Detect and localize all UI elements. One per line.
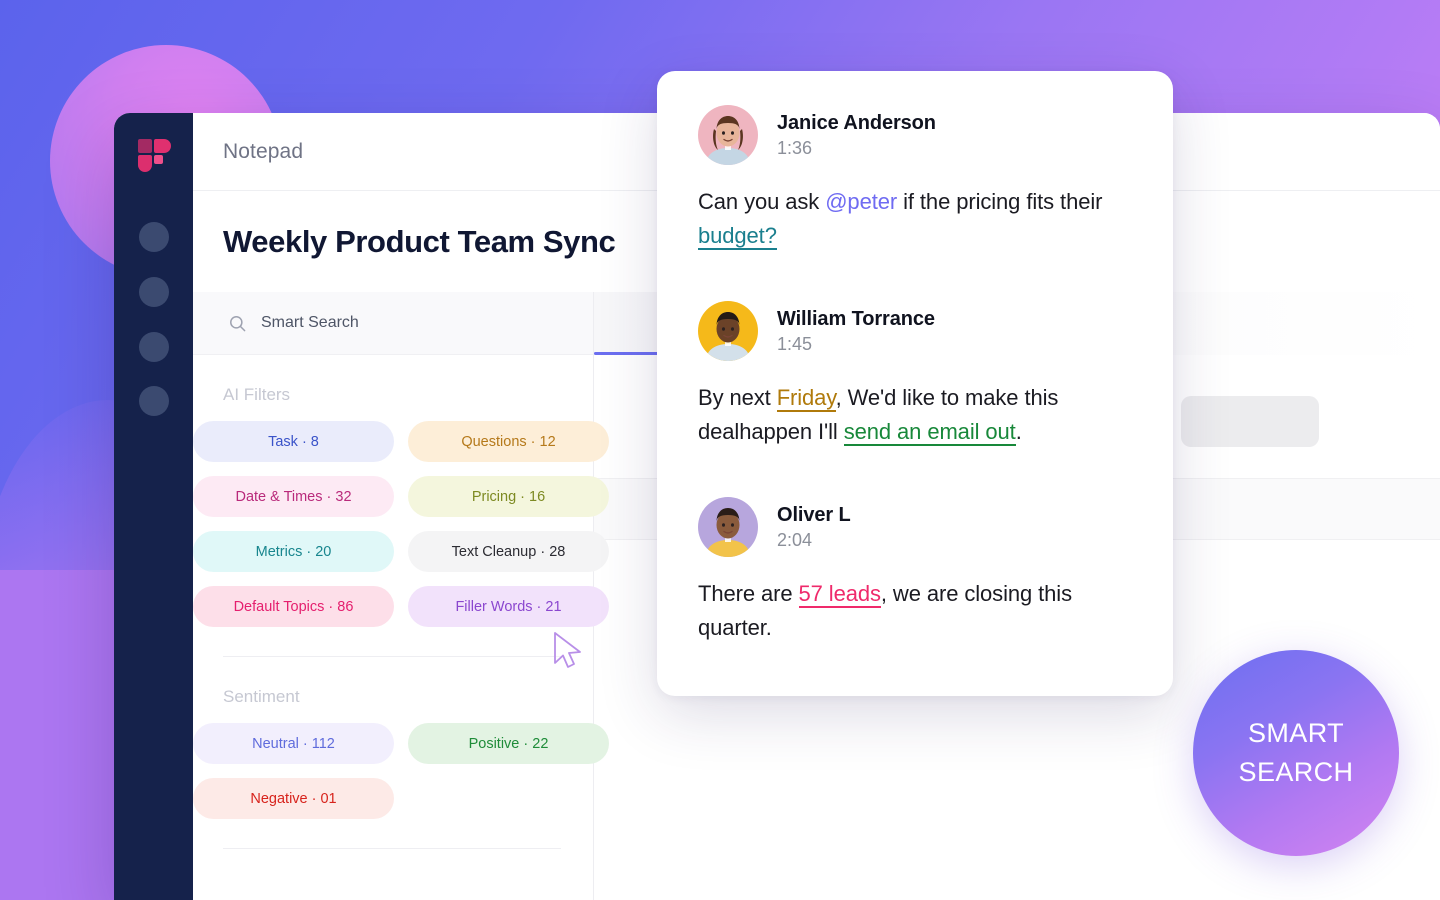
active-tab-indicator [594, 352, 662, 355]
smart-search-badge-line2: SEARCH [1238, 757, 1354, 787]
sentiment-chip-2[interactable]: Positive · 22 [408, 723, 609, 764]
transcript-message: Oliver L 2:04 There are 57 leads, we are c… [698, 497, 1133, 645]
search-bar[interactable]: Smart Search [193, 292, 593, 355]
ai-filter-chip-6[interactable]: Text Cleanup · 28 [408, 531, 609, 572]
page-title: Weekly Product Team Sync [223, 223, 616, 259]
message-header: Oliver L 2:04 [698, 497, 1133, 557]
ai-filter-chip-4[interactable]: Pricing · 16 [408, 476, 609, 517]
ai-filter-chip-label: Filler Words · 21 [455, 598, 562, 615]
screenshot-root: Notepad Weekly Product Team Sync Smart S… [0, 0, 1440, 900]
sidebar-item-nav-3[interactable] [139, 332, 169, 362]
message-timestamp[interactable]: 1:45 [777, 334, 935, 355]
ai-filter-chip-label: Default Topics · 86 [233, 598, 354, 615]
transcript-message: William Torrance 1:45 By next Friday, We'd… [698, 301, 1133, 449]
message-meta: Oliver L 2:04 [777, 504, 851, 551]
message-meta: William Torrance 1:45 [777, 308, 935, 355]
message-text-run: There are [698, 581, 799, 606]
ai-filter-chip-label: Questions · 12 [461, 433, 556, 450]
ai-filter-chip-list: Task · 8 Questions · 12 Date & Times · 32 P… [143, 405, 609, 627]
ai-filter-chip-1[interactable]: Task · 8 [193, 421, 394, 462]
message-speaker-name: Janice Anderson [777, 111, 936, 134]
ai-filter-chip-label: Metrics · 20 [255, 543, 332, 560]
search-icon [230, 315, 246, 331]
sentiment-chip-1[interactable]: Neutral · 112 [193, 723, 394, 764]
avatar [698, 301, 758, 361]
ai-filter-chip-3[interactable]: Date & Times · 32 [193, 476, 394, 517]
message-text-run: By next [698, 385, 777, 410]
avatar [698, 497, 758, 557]
sentiment-chip-label: Positive · 22 [468, 735, 549, 752]
message-highlight-green[interactable]: send an email out [843, 419, 1016, 446]
ai-filter-chip-8[interactable]: Filler Words · 21 [408, 586, 609, 627]
message-text: Can you ask @peter if the pricing fits t… [698, 185, 1133, 253]
sentiment-chip-label: Negative · 01 [250, 790, 337, 807]
transcript-message: Janice Anderson 1:36 Can you ask @peter if… [698, 105, 1133, 253]
ai-filter-chip-7[interactable]: Default Topics · 86 [193, 586, 394, 627]
message-text: By next Friday, We'd like to make this d… [698, 381, 1133, 449]
smart-search-badge-line1: SMART [1247, 718, 1344, 748]
sentiment-label: Sentiment [223, 687, 300, 706]
message-highlight-link-teal[interactable]: budget? [698, 223, 777, 250]
message-speaker-name: William Torrance [777, 307, 935, 330]
sentiment-chip-label: Neutral · 112 [252, 735, 335, 752]
ai-filter-chip-label: Task · 8 [268, 433, 319, 450]
avatar [698, 105, 758, 165]
message-timestamp[interactable]: 2:04 [777, 530, 851, 551]
breadcrumb-notepad[interactable]: Notepad [223, 140, 303, 164]
message-highlight-amber[interactable]: Friday [776, 385, 836, 412]
sidebar-item-nav-2[interactable] [139, 277, 169, 307]
message-timestamp[interactable]: 1:36 [777, 138, 936, 159]
fireflies-logo-icon[interactable] [138, 139, 171, 172]
message-highlight-mention[interactable]: @peter [825, 189, 897, 214]
transcript-popup-card: Janice Anderson 1:36 Can you ask @peter if… [657, 71, 1173, 696]
message-text-run: Can you ask [698, 189, 826, 214]
sentiment-chip-list: Neutral · 112 Positive · 22 Negative · 01 [143, 707, 609, 819]
ai-filter-chip-5[interactable]: Metrics · 20 [193, 531, 394, 572]
ai-filter-chip-2[interactable]: Questions · 12 [408, 421, 609, 462]
message-text-run: . [1015, 419, 1022, 444]
message-header: William Torrance 1:45 [698, 301, 1133, 361]
ai-filter-chip-label: Text Cleanup · 28 [451, 543, 566, 560]
message-highlight-pink[interactable]: 57 leads [798, 581, 881, 608]
placeholder-chip-grey [1181, 396, 1319, 447]
filter-panel: Smart Search AI Filters Task · 8 Question… [193, 292, 609, 900]
smart-search-badge: SMART SEARCH [1193, 650, 1399, 856]
message-text-run: if the pricing fits their [897, 189, 1103, 214]
ai-filter-chip-label: Pricing · 16 [471, 488, 546, 505]
message-meta: Janice Anderson 1:36 [777, 112, 936, 159]
sidebar-item-nav-1[interactable] [139, 222, 169, 252]
search-input[interactable]: Smart Search [261, 314, 359, 332]
sidebar-rail [114, 113, 193, 900]
filter-divider-2 [223, 848, 561, 849]
sentiment-chip-3[interactable]: Negative · 01 [193, 778, 394, 819]
message-speaker-name: Oliver L [777, 503, 851, 526]
message-text: There are 57 leads, we are closing this … [698, 577, 1133, 645]
ai-filters-label: AI Filters [223, 385, 291, 404]
ai-filter-chip-label: Date & Times · 32 [235, 488, 352, 505]
mouse-cursor-icon [554, 632, 581, 668]
message-header: Janice Anderson 1:36 [698, 105, 1133, 165]
sidebar-item-nav-4[interactable] [139, 386, 169, 416]
